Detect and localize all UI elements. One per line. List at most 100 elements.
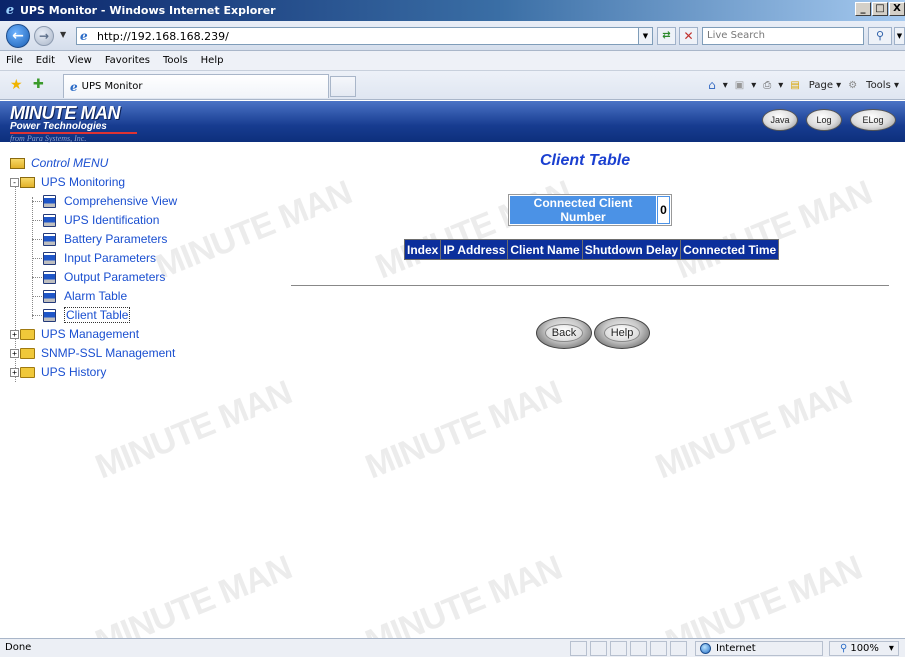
home-icon[interactable]: ⌂ — [708, 78, 716, 92]
tree-line — [32, 220, 42, 221]
tree-item-label: UPS Identification — [64, 213, 160, 227]
help-button[interactable]: Help — [594, 317, 650, 349]
page-content: MINUTE MAN MINUTE MAN MINUTE MAN MINUTE … — [0, 101, 905, 638]
tree-item-label: Battery Parameters — [64, 232, 168, 246]
print-dropdown-icon[interactable]: ▾ — [778, 80, 783, 91]
zoom-icon: ⚲ — [840, 643, 848, 654]
forward-arrow-icon[interactable]: → — [34, 26, 54, 46]
security-zone[interactable]: Internet — [695, 641, 823, 656]
open-folder-icon — [10, 157, 25, 169]
print-icon[interactable]: ⎙ — [763, 80, 771, 91]
log-button[interactable]: Log — [806, 109, 842, 131]
favorites-star-icon[interactable]: ★ — [10, 77, 23, 93]
page-title: Client Table — [540, 152, 631, 169]
zoom-control[interactable]: ⚲ 100% ▾ — [829, 641, 899, 656]
search-input[interactable]: Live Search — [702, 27, 864, 45]
status-text: Done — [5, 642, 32, 653]
tree-item-ups-history[interactable]: + UPS History — [10, 363, 106, 381]
feeds-icon[interactable]: ▣ — [735, 80, 744, 91]
menu-bar: File Edit View Favorites Tools Help — [0, 51, 905, 71]
search-icon[interactable]: ⚲ — [868, 27, 892, 45]
expand-icon[interactable]: + — [10, 367, 19, 377]
tools-menu[interactable]: Tools ▾ — [859, 80, 899, 91]
close-button[interactable]: X — [889, 2, 905, 16]
add-favorite-icon[interactable]: ✚ — [33, 77, 44, 92]
home-dropdown-icon[interactable]: ▾ — [723, 80, 728, 91]
gear-icon: ⚙ — [848, 79, 858, 91]
tree-item-alarm-table[interactable]: Alarm Table — [43, 287, 127, 305]
tree-item-label: Input Parameters — [64, 251, 157, 265]
java-button[interactable]: Java — [762, 109, 798, 131]
zoom-dropdown-icon[interactable]: ▾ — [889, 643, 894, 654]
tree-item-ups-monitoring[interactable]: - UPS Monitoring — [10, 173, 125, 191]
tree-item-comprehensive-view[interactable]: Comprehensive View — [43, 192, 177, 210]
collapse-icon[interactable]: - — [10, 177, 19, 187]
menu-edit[interactable]: Edit — [36, 55, 55, 66]
tree-item-output-parameters[interactable]: Output Parameters — [43, 268, 165, 286]
tree-item-snmp-ssl-management[interactable]: + SNMP-SSL Management — [10, 344, 175, 362]
open-folder-icon — [20, 176, 35, 188]
horizontal-divider — [291, 285, 889, 286]
watermark: MINUTE MAN — [360, 373, 567, 487]
column-header-shutdown-delay: Shutdown Delay — [582, 240, 681, 259]
header-banner: MINUTE MAN Power Technologies from Para … — [0, 101, 905, 143]
menu-file[interactable]: File — [6, 55, 23, 66]
tree-item-input-parameters[interactable]: Input Parameters — [43, 249, 156, 267]
refresh-icon[interactable]: ⇄ — [657, 27, 676, 45]
column-header-client-name: Client Name — [508, 240, 582, 259]
connected-client-value: 0 — [657, 196, 670, 224]
address-input[interactable]: e http://192.168.168.239/ — [76, 27, 650, 45]
tree-root-control-menu[interactable]: Control MENU — [10, 154, 108, 172]
window-title: UPS Monitor - Windows Internet Explorer — [20, 4, 276, 17]
menu-view[interactable]: View — [68, 55, 92, 66]
menu-tools[interactable]: Tools — [163, 55, 188, 66]
maximize-button[interactable]: □ — [872, 2, 888, 16]
stop-icon[interactable]: ✕ — [679, 27, 698, 45]
page-icon: e — [80, 29, 88, 43]
tree-root-label: Control MENU — [31, 156, 109, 170]
folder-icon — [20, 366, 35, 378]
tree-line — [32, 258, 42, 259]
security-zone-label: Internet — [716, 643, 756, 654]
ie-logo-icon: e — [5, 3, 15, 18]
menu-favorites[interactable]: Favorites — [105, 55, 150, 66]
client-table: Index IP Address Client Name Shutdown De… — [404, 239, 780, 260]
tree-item-label: Comprehensive View — [64, 194, 178, 208]
tree-item-client-table[interactable]: Client Table — [43, 306, 131, 324]
folder-icon — [20, 328, 35, 340]
logo-tagline: from Para Systems, Inc. — [10, 134, 87, 143]
back-arrow-icon[interactable]: ← — [6, 24, 30, 48]
minuteman-logo: MINUTE MAN Power Technologies from Para … — [10, 104, 140, 143]
tree-line — [32, 296, 42, 297]
status-cell — [590, 641, 607, 656]
menu-help[interactable]: Help — [201, 55, 224, 66]
minimize-button[interactable]: _ — [855, 2, 871, 16]
new-tab-button[interactable] — [330, 76, 356, 97]
page-menu[interactable]: Page ▾ — [802, 80, 841, 91]
expand-icon[interactable]: + — [10, 329, 19, 339]
watermark: MINUTE MAN — [360, 548, 567, 638]
elog-button[interactable]: ELog — [850, 109, 896, 131]
page-menu-label: Page — [808, 79, 833, 91]
tree-item-ups-management[interactable]: + UPS Management — [10, 325, 139, 343]
connected-client-summary: Connected Client Number 0 — [508, 194, 672, 226]
tree-item-label: UPS Monitoring — [41, 175, 126, 189]
address-dropdown[interactable]: ▼ — [638, 27, 653, 45]
tab-label: UPS Monitor — [81, 81, 143, 92]
watermark: MINUTE MAN — [370, 173, 577, 287]
tree-item-battery-parameters[interactable]: Battery Parameters — [43, 230, 167, 248]
connected-client-label: Connected Client Number — [510, 196, 656, 224]
expand-icon[interactable]: + — [10, 348, 19, 358]
monitor-icon — [43, 289, 56, 303]
back-button[interactable]: Back — [536, 317, 592, 349]
tab-ups-monitor[interactable]: e UPS Monitor — [63, 74, 329, 98]
column-header-index: Index — [405, 240, 441, 259]
watermark: MINUTE MAN — [660, 548, 867, 638]
feeds-dropdown-icon[interactable]: ▾ — [751, 80, 756, 91]
tree-item-ups-identification[interactable]: UPS Identification — [43, 211, 159, 229]
search-options-dropdown[interactable]: ▼ — [894, 27, 905, 45]
recent-pages-dropdown[interactable]: ▼ — [60, 30, 66, 39]
tree-line — [32, 239, 42, 240]
monitor-icon — [43, 232, 56, 246]
tab-bar: ★ ✚ e UPS Monitor ⌂ ▾ ▣ ▾ ⎙ ▾ ▤ Page ▾ ⚙… — [0, 71, 905, 100]
